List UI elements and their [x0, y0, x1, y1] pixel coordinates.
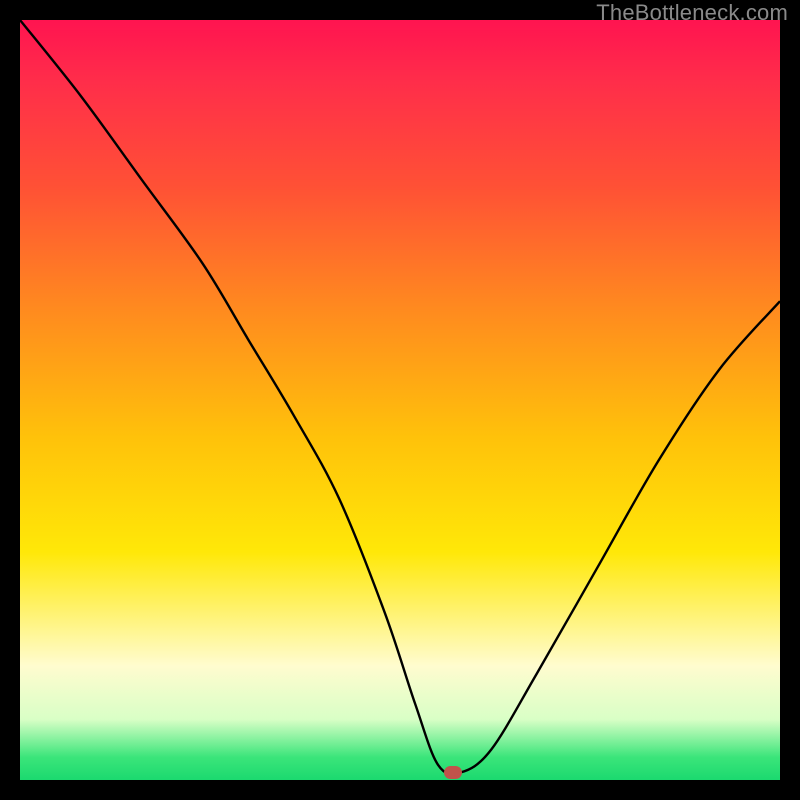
- bottleneck-curve: [20, 20, 780, 780]
- chart-frame: TheBottleneck.com: [0, 0, 800, 800]
- selected-point-marker: [444, 766, 462, 779]
- plot-area: [20, 20, 780, 780]
- curve-path: [20, 20, 780, 774]
